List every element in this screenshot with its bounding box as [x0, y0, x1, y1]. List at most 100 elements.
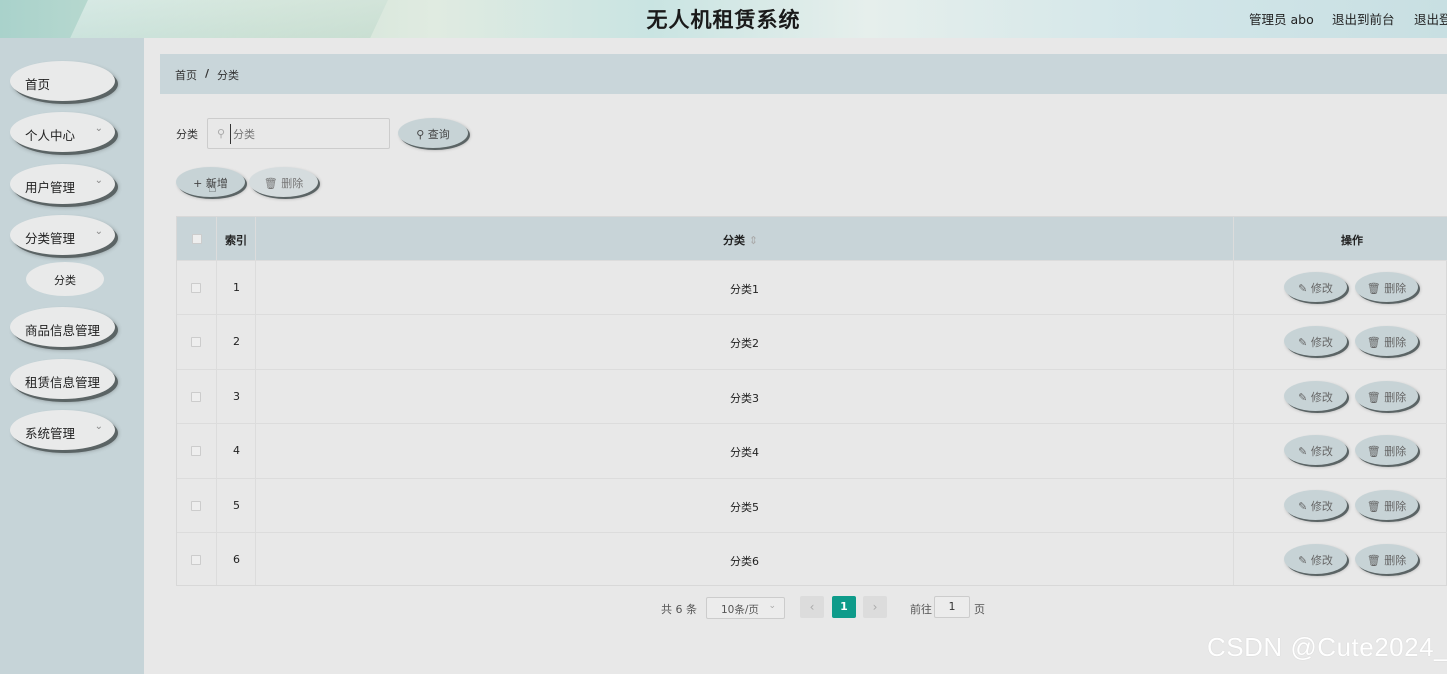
pencil-icon: ✎ [1298, 391, 1308, 404]
delete-button[interactable]: 🗑 删除 [1355, 381, 1418, 411]
exit-to-front-link[interactable]: 退出到前台 [1332, 9, 1395, 28]
bulk-delete-button[interactable]: 🗑 删除 [249, 167, 318, 197]
sidebar-item-label: 用户管理 [25, 180, 76, 195]
delete-label: 删除 [1384, 282, 1407, 295]
csdn-watermark: CSDN @Cute2024_ [1207, 632, 1447, 662]
edit-button[interactable]: ✎ 修改 [1284, 272, 1347, 302]
search-icon: ⚲ [217, 127, 226, 140]
pencil-icon: ✎ [1298, 282, 1308, 295]
search-field[interactable]: ⚲ [207, 118, 390, 149]
search-input[interactable] [230, 124, 380, 144]
sidebar-subitem-category[interactable]: 分类 [26, 262, 104, 296]
column-header-category[interactable]: 分类 ⇕ [723, 232, 758, 248]
sidebar-item-rental-management[interactable]: 租赁信息管理 [10, 359, 115, 399]
delete-label: 删除 [1384, 391, 1407, 404]
edit-button[interactable]: ✎ 修改 [1284, 490, 1347, 520]
column-header-index: 索引 [225, 234, 247, 247]
sidebar-item-personal-center[interactable]: 个人中心 ⌄ [10, 112, 115, 152]
chevron-down-icon: ⌄ [94, 421, 103, 432]
sidebar-item-product-management[interactable]: 商品信息管理 [10, 307, 115, 347]
trash-icon: 🗑 [263, 177, 278, 190]
chevron-left-icon: ‹ [809, 600, 815, 614]
column-header-actions: 操作 [1341, 234, 1363, 247]
row-index: 5 [233, 499, 240, 512]
pagination-total: 共 6 条 [661, 603, 697, 616]
delete-button[interactable]: 🗑 删除 [1355, 490, 1418, 520]
delete-label: 删除 [1384, 554, 1407, 567]
hand-cursor-icon: ☝ [208, 180, 217, 196]
row-checkbox[interactable] [191, 501, 201, 511]
trash-icon: 🗑 [1366, 445, 1381, 458]
query-label: 查询 [427, 128, 450, 141]
row-index: 3 [233, 390, 240, 403]
trash-icon: 🗑 [1366, 336, 1381, 349]
chevron-down-icon: ⌄ [768, 601, 776, 611]
row-checkbox[interactable] [191, 446, 201, 456]
admin-user-label: 管理员 abo [1249, 12, 1314, 27]
page-size-select[interactable]: 10条/页 ⌄ [706, 597, 785, 619]
select-all-checkbox[interactable] [192, 234, 202, 244]
page-suffix-label: 页 [974, 603, 985, 616]
table-row: 3 分类3 ✎ 修改 🗑 删除 [177, 369, 1447, 423]
delete-button[interactable]: 🗑 删除 [1355, 544, 1418, 574]
trash-icon: 🗑 [1366, 391, 1381, 404]
column-header-category-label: 分类 [723, 234, 745, 247]
logout-link[interactable]: 退出登 [1414, 9, 1447, 28]
table-row: 4 分类4 ✎ 修改 🗑 删除 [177, 423, 1447, 477]
edit-button[interactable]: ✎ 修改 [1284, 381, 1347, 411]
row-category: 分类6 [730, 555, 759, 568]
sort-icon: ⇕ [748, 234, 759, 247]
page-number-current[interactable]: 1 [832, 596, 856, 618]
sidebar-item-label: 分类 [54, 274, 76, 287]
row-checkbox[interactable] [191, 283, 201, 293]
chevron-down-icon: ⌄ [94, 123, 103, 134]
sidebar-item-home[interactable]: 首页 [10, 61, 115, 101]
pencil-icon: ✎ [1298, 336, 1308, 349]
edit-label: 修改 [1310, 336, 1333, 349]
row-category: 分类2 [730, 337, 759, 350]
row-category: 分类5 [730, 501, 759, 514]
row-index: 6 [233, 553, 240, 566]
row-index: 1 [233, 281, 240, 294]
sidebar-item-label: 系统管理 [25, 426, 76, 441]
delete-button[interactable]: 🗑 删除 [1355, 272, 1418, 302]
row-index: 4 [233, 444, 240, 457]
table-row: 5 分类5 ✎ 修改 🗑 删除 [177, 478, 1447, 532]
chevron-down-icon: ⌄ [94, 175, 103, 186]
delete-label: 删除 [1384, 336, 1407, 349]
breadcrumb-current: 分类 [217, 69, 239, 82]
row-category: 分类4 [730, 446, 759, 459]
chevron-down-icon: ⌄ [94, 226, 103, 237]
page-size-value: 10条/页 [721, 604, 759, 616]
edit-button[interactable]: ✎ 修改 [1284, 326, 1347, 356]
edit-label: 修改 [1310, 500, 1333, 513]
table-header: 索引 分类 ⇕ 操作 [177, 217, 1447, 260]
category-table: 索引 分类 ⇕ 操作 1 分类1 ✎ 修改 🗑 删除 2 分类2 ✎ 修改 🗑 … [176, 216, 1447, 586]
row-checkbox[interactable] [191, 392, 201, 402]
sidebar-item-user-management[interactable]: 用户管理 ⌄ [10, 164, 115, 204]
breadcrumb-home[interactable]: 首页 [175, 67, 197, 83]
sidebar-item-category-management[interactable]: 分类管理 ⌄ [10, 215, 115, 255]
delete-button[interactable]: 🗑 删除 [1355, 326, 1418, 356]
edit-button[interactable]: ✎ 修改 [1284, 435, 1347, 465]
query-button[interactable]: ⚲ 查询 [398, 118, 468, 148]
next-page-button[interactable]: › [863, 596, 887, 618]
delete-label: 删除 [1384, 445, 1407, 458]
prev-page-button[interactable]: ‹ [800, 596, 824, 618]
row-index: 2 [233, 335, 240, 348]
pencil-icon: ✎ [1298, 554, 1308, 567]
pencil-icon: ✎ [1298, 445, 1308, 458]
row-checkbox[interactable] [191, 555, 201, 565]
edit-label: 修改 [1310, 391, 1333, 404]
trash-icon: 🗑 [1366, 500, 1381, 513]
row-checkbox[interactable] [191, 337, 201, 347]
delete-button[interactable]: 🗑 删除 [1355, 435, 1418, 465]
row-category: 分类3 [730, 392, 759, 405]
table-row: 1 分类1 ✎ 修改 🗑 删除 [177, 260, 1447, 314]
sidebar-item-system-management[interactable]: 系统管理 ⌄ [10, 410, 115, 450]
sidebar-item-label: 分类管理 [25, 231, 76, 246]
row-category: 分类1 [730, 283, 759, 296]
table-row: 2 分类2 ✎ 修改 🗑 删除 [177, 314, 1447, 368]
goto-page-input[interactable]: 1 [934, 596, 970, 618]
edit-button[interactable]: ✎ 修改 [1284, 544, 1347, 574]
